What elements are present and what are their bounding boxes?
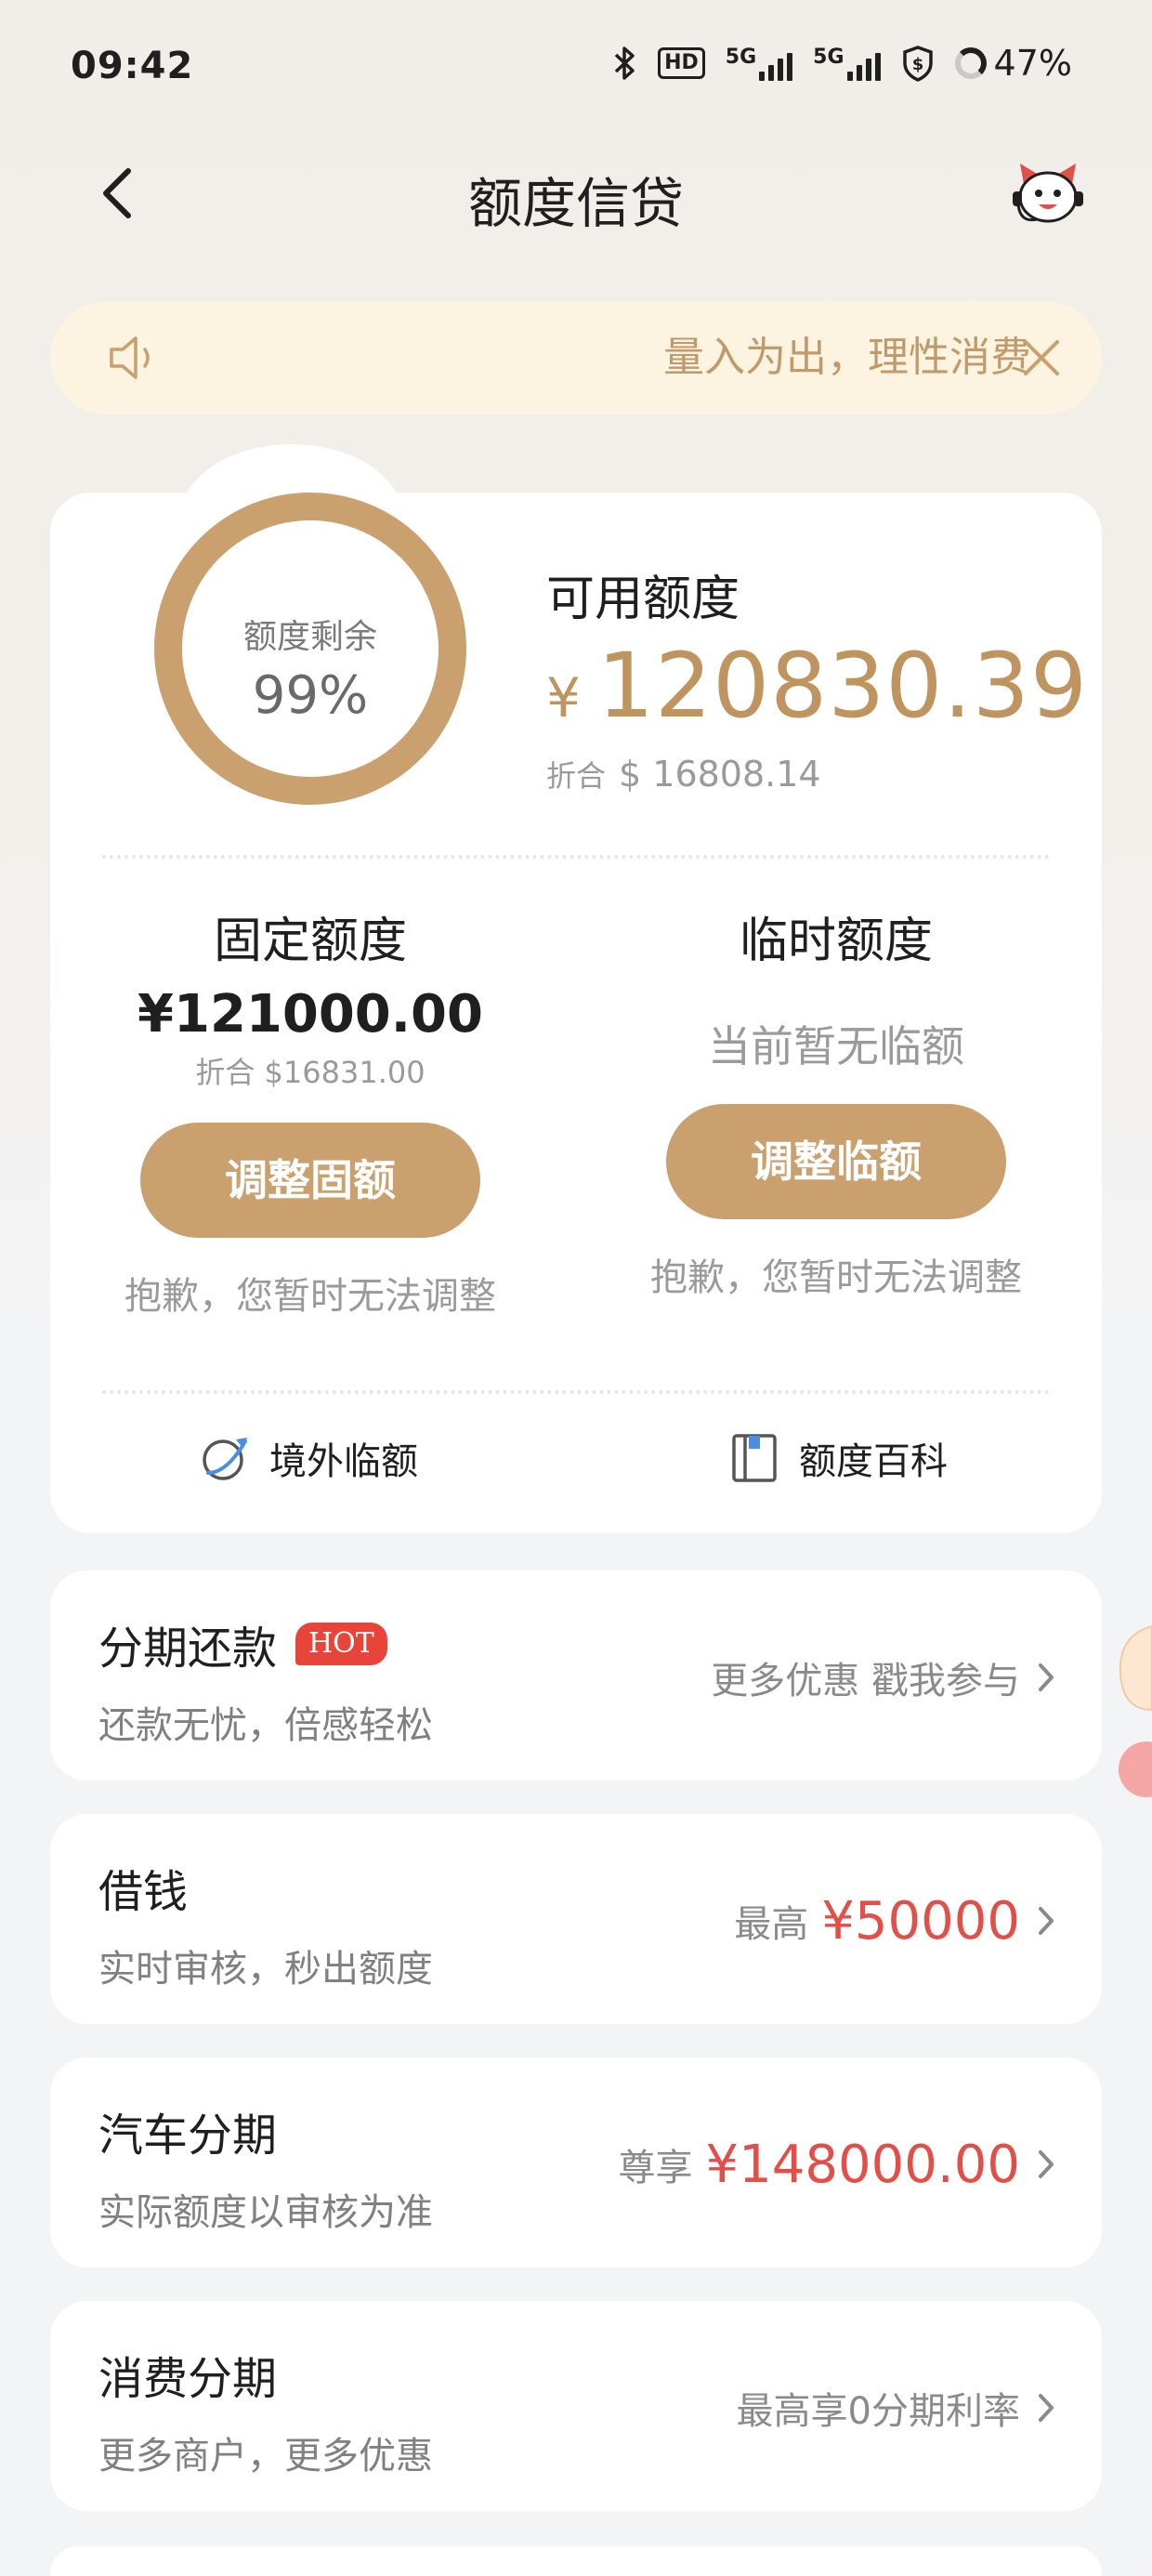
fixed-limit-amount: ¥121000.00 bbox=[137, 984, 483, 1045]
usd-label: 折合 bbox=[546, 758, 607, 794]
currency-symbol: ¥ bbox=[546, 666, 581, 729]
list-item-subtitle: 还款无忧，倍感轻松 bbox=[98, 1704, 433, 1747]
notice-text: 量入为出，理性消费 bbox=[663, 334, 1031, 381]
overseas-link-label: 境外临额 bbox=[269, 1440, 418, 1483]
promo-prefix: 最高 bbox=[734, 1903, 809, 1946]
list-item-promo: 更多优惠 戳我参与 bbox=[711, 1645, 1020, 1710]
floating-promo-icon[interactable] bbox=[1109, 1617, 1152, 1803]
fixed-adjust-note: 抱歉，您暂时无法调整 bbox=[124, 1275, 496, 1318]
fixed-limit-usd: 折合 $16831.00 bbox=[195, 1055, 425, 1090]
list-item-title: 分期还款 HOT bbox=[98, 1611, 387, 1676]
credit-summary-card: 额度剩余 99% 可用额度 ¥ 120830.39 折合 $ 16808.14 固… bbox=[50, 444, 1102, 1533]
hd-voice-badge: HD bbox=[658, 47, 705, 79]
fixed-limit-section: 固定额度 ¥121000.00 折合 $16831.00 调整固额 抱歉，您暂时… bbox=[97, 909, 524, 1320]
installment-repay-card[interactable]: 分期还款 HOT 还款无忧，倍感轻松 更多优惠 戳我参与 bbox=[50, 1571, 1102, 1781]
list-item-title: 消费分期 bbox=[98, 2342, 277, 2407]
notice-banner: 量入为出，理性消费 bbox=[50, 301, 1102, 414]
list-item-subtitle: 更多商户，更多优惠 bbox=[98, 2435, 433, 2477]
promo-prefix: 尊享 bbox=[618, 2147, 693, 2189]
list-item-title: 借钱 bbox=[98, 1855, 188, 1920]
svg-text:$: $ bbox=[911, 55, 923, 74]
list-item-subtitle: 实际额度以审核为准 bbox=[98, 2191, 433, 2234]
bluetooth-icon bbox=[613, 45, 637, 82]
chevron-right-icon bbox=[1039, 1907, 1054, 1935]
signal-5g-icon: 5G bbox=[725, 46, 793, 81]
car-installment-card[interactable]: 汽车分期 实际额度以审核为准 尊享 ¥148000.00 bbox=[50, 2057, 1102, 2267]
adjust-temp-button[interactable]: 调整临额 bbox=[666, 1104, 1006, 1219]
network-label: 5G bbox=[725, 46, 757, 69]
temp-limit-section: 临时额度 当前暂无临额 调整临额 抱歉，您暂时无法调整 bbox=[622, 909, 1050, 1301]
consumer-installment-card[interactable]: 消费分期 更多商户，更多优惠 最高享0分期利率 bbox=[50, 2301, 1102, 2511]
available-limit-amount: ¥ 120830.39 bbox=[546, 634, 1088, 738]
promo-value: ¥50000 bbox=[821, 1890, 1020, 1952]
battery-ring-icon bbox=[954, 47, 987, 79]
battery-percent: 47% bbox=[993, 43, 1072, 84]
adjust-fixed-button[interactable]: 调整固额 bbox=[140, 1123, 480, 1238]
hot-badge: HOT bbox=[295, 1623, 387, 1665]
close-icon[interactable] bbox=[1020, 336, 1063, 379]
available-amount-value: 120830.39 bbox=[596, 634, 1089, 738]
book-icon bbox=[732, 1434, 777, 1482]
available-usd: 折合 $ 16808.14 bbox=[546, 753, 821, 795]
card-links: 境外临额 额度百科 bbox=[50, 1431, 1102, 1515]
speaker-icon bbox=[110, 336, 150, 379]
available-limit-label: 可用额度 bbox=[546, 572, 740, 627]
ring-percent: 99% bbox=[252, 665, 369, 726]
divider-2 bbox=[102, 1390, 1050, 1394]
consumer-installment-title: 消费分期 bbox=[98, 2353, 278, 2405]
list-item-promo: 最高 ¥50000 bbox=[734, 1888, 1020, 1953]
airplane-globe-icon bbox=[203, 1438, 247, 1480]
nav-bar: 额度信贷 bbox=[0, 139, 1152, 251]
chevron-right-icon bbox=[1039, 2150, 1054, 2178]
status-time: 09:42 bbox=[71, 45, 194, 87]
shield-dollar-icon: $ bbox=[901, 45, 935, 82]
list-item-subtitle: 实时审核，秒出额度 bbox=[98, 1948, 433, 1991]
status-icons: HD 5G 5G $ 47% bbox=[613, 43, 1072, 84]
page-title: 额度信贷 bbox=[467, 172, 684, 235]
status-bar: 09:42 HD 5G 5G $ 47% bbox=[0, 0, 1152, 139]
signal-5g-icon-2: 5G bbox=[813, 46, 881, 81]
temp-adjust-note: 抱歉，您暂时无法调整 bbox=[650, 1256, 1022, 1299]
chevron-right-icon bbox=[1039, 2394, 1054, 2422]
fixed-limit-title: 固定额度 bbox=[213, 913, 407, 969]
battery-indicator: 47% bbox=[954, 43, 1072, 84]
chevron-right-icon bbox=[1039, 1663, 1054, 1691]
ring-label: 额度剩余 bbox=[242, 618, 377, 656]
customer-service-mascot-icon[interactable] bbox=[1011, 158, 1085, 232]
list-item-title: 汽车分期 bbox=[98, 2098, 277, 2163]
wiki-link-label: 额度百科 bbox=[799, 1440, 948, 1483]
limit-wiki-link[interactable]: 额度百科 bbox=[728, 1431, 948, 1485]
list-item-promo: 尊享 ¥148000.00 bbox=[619, 2132, 1020, 2197]
promo-text: 更多优惠 戳我参与 bbox=[711, 1660, 1020, 1702]
installment-repay-title: 分期还款 bbox=[98, 1623, 278, 1675]
temp-limit-status: 当前暂无临额 bbox=[708, 1021, 964, 1071]
divider bbox=[102, 855, 1050, 859]
temp-limit-title: 临时额度 bbox=[739, 913, 933, 969]
overseas-temp-limit-link[interactable]: 境外临额 bbox=[199, 1431, 418, 1485]
car-installment-title: 汽车分期 bbox=[98, 2109, 278, 2162]
borrow-title: 借钱 bbox=[98, 1866, 189, 1918]
list-item-promo: 最高享0分期利率 bbox=[737, 2375, 1020, 2440]
borrow-money-card[interactable]: 借钱 实时审核，秒出额度 最高 ¥50000 bbox=[50, 1814, 1102, 2024]
promo-value: ¥148000.00 bbox=[705, 2134, 1020, 2195]
network-label-2: 5G bbox=[813, 46, 844, 69]
remaining-ring: 额度剩余 99% bbox=[154, 493, 466, 805]
next-card-peek bbox=[50, 2546, 1102, 2576]
promo-text: 最高享0分期利率 bbox=[736, 2390, 1020, 2433]
usd-amount: $ 16808.14 bbox=[619, 754, 821, 795]
